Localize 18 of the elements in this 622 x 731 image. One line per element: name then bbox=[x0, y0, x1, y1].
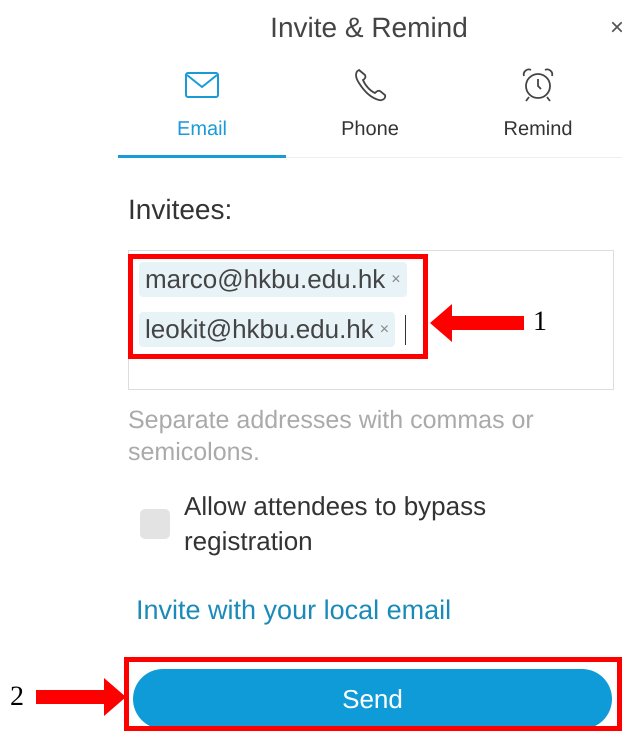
remove-button[interactable]: × bbox=[380, 314, 390, 345]
callout-number: 1 bbox=[533, 306, 547, 338]
tab[interactable]: Email bbox=[118, 56, 286, 158]
remove-button[interactable]: × bbox=[391, 264, 401, 295]
field-label: Invitees: bbox=[128, 194, 234, 226]
checkbox-label: Allow attendees to bypass registration bbox=[184, 490, 488, 558]
callout-number: 2 bbox=[10, 681, 24, 713]
checkbox[interactable] bbox=[140, 509, 170, 539]
tab[interactable]: Remind bbox=[454, 56, 622, 158]
text-cursor bbox=[405, 314, 406, 344]
send-button[interactable]: Send bbox=[133, 669, 612, 729]
hint-text: Separate addresses with commas or semicolons. bbox=[128, 405, 535, 468]
tab[interactable]: Phone bbox=[286, 56, 454, 158]
chip-address: marco@hkbu.edu.hk bbox=[145, 264, 386, 295]
chip-address: leokit@hkbu.edu.hk bbox=[145, 314, 374, 345]
close-button[interactable]: × bbox=[610, 14, 622, 42]
dialog-title: Invite & Remind bbox=[269, 12, 469, 44]
local-email-link[interactable]: Invite with your local email bbox=[136, 594, 452, 626]
